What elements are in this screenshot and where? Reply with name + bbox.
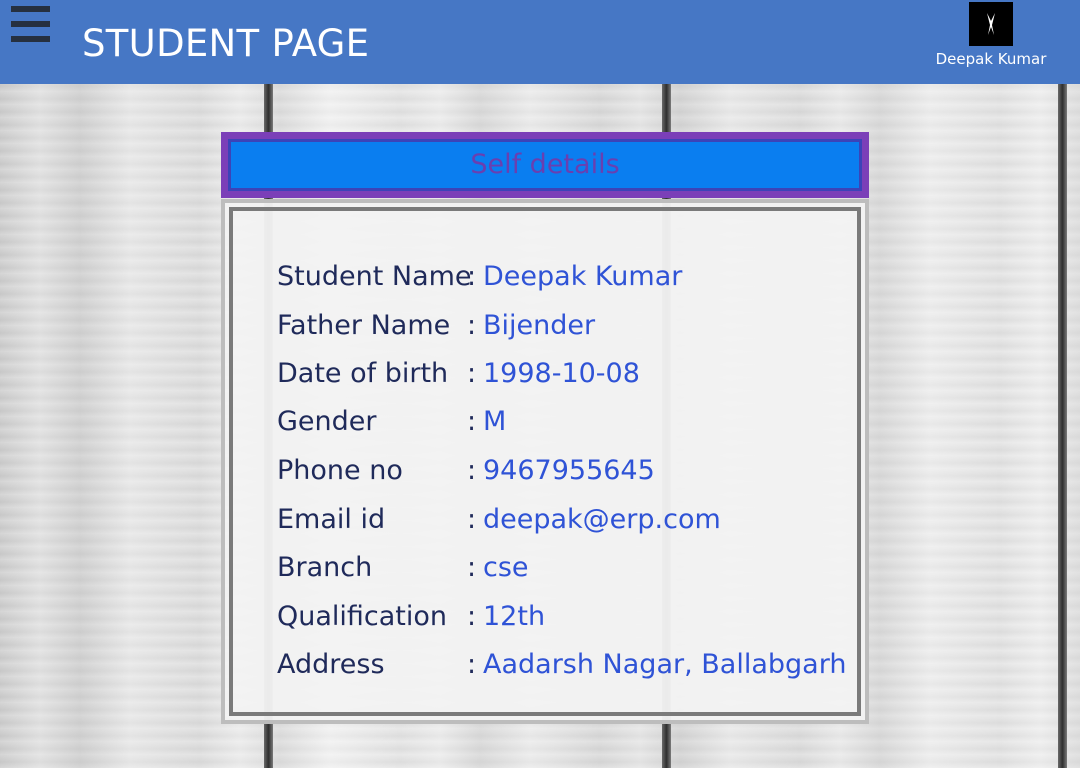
detail-value: M xyxy=(483,406,507,437)
detail-row-email: Email id : deepak@erp.com xyxy=(277,500,721,540)
user-name: Deepak Kumar xyxy=(935,50,1047,68)
detail-label: Qualification xyxy=(277,601,448,632)
detail-value: 1998-10-08 xyxy=(483,358,640,389)
detail-row-address: Address : Aadarsh Nagar, Ballabgarh xyxy=(277,645,846,685)
detail-value: 9467955645 xyxy=(483,455,655,486)
detail-separator: : xyxy=(467,358,477,389)
detail-label: Student Name xyxy=(277,261,472,292)
self-details-header: Self details xyxy=(221,132,869,198)
detail-value: Bijender xyxy=(483,310,596,341)
detail-row-father-name: Father Name : Bijender xyxy=(277,306,595,346)
detail-row-branch: Branch : cse xyxy=(277,548,529,588)
panel-title: Self details xyxy=(470,149,620,180)
detail-value: deepak@erp.com xyxy=(483,504,721,535)
detail-row-student-name: Student Name : Deepak Kumar xyxy=(277,257,682,297)
hamburger-menu-icon[interactable] xyxy=(11,6,50,42)
user-profile[interactable]: Deepak Kumar xyxy=(930,2,1052,72)
detail-separator: : xyxy=(467,406,477,437)
detail-label: Branch xyxy=(277,552,373,583)
self-details-header-inner: Self details xyxy=(228,139,862,191)
details-card: Student Name : Deepak Kumar Father Name … xyxy=(221,199,869,724)
detail-label: Phone no xyxy=(277,455,403,486)
detail-value: 12th xyxy=(483,601,546,632)
detail-separator: : xyxy=(467,455,477,486)
background-plank-gap xyxy=(1058,84,1067,768)
detail-value: Aadarsh Nagar, Ballabgarh xyxy=(483,649,847,680)
detail-separator: : xyxy=(467,261,477,292)
detail-label: Date of birth xyxy=(277,358,449,389)
details-card-inner: Student Name : Deepak Kumar Father Name … xyxy=(229,207,861,716)
detail-value: cse xyxy=(483,552,529,583)
detail-row-date-of-birth: Date of birth : 1998-10-08 xyxy=(277,354,640,394)
detail-label: Address xyxy=(277,649,385,680)
detail-value: Deepak Kumar xyxy=(483,261,683,292)
top-header-bar: STUDENT PAGE Deepak Kumar xyxy=(0,0,1080,84)
detail-separator: : xyxy=(467,504,477,535)
detail-row-phone: Phone no : 9467955645 xyxy=(277,451,655,491)
detail-row-gender: Gender : M xyxy=(277,402,506,442)
detail-label: Father Name xyxy=(277,310,451,341)
detail-label: Email id xyxy=(277,504,386,535)
detail-row-qualification: Qualification : 12th xyxy=(277,597,545,637)
detail-separator: : xyxy=(467,310,477,341)
detail-separator: : xyxy=(467,552,477,583)
page-title: STUDENT PAGE xyxy=(82,22,370,65)
detail-separator: : xyxy=(467,649,477,680)
detail-label: Gender xyxy=(277,406,377,437)
user-avatar-icon[interactable] xyxy=(969,2,1013,46)
detail-separator: : xyxy=(467,601,477,632)
